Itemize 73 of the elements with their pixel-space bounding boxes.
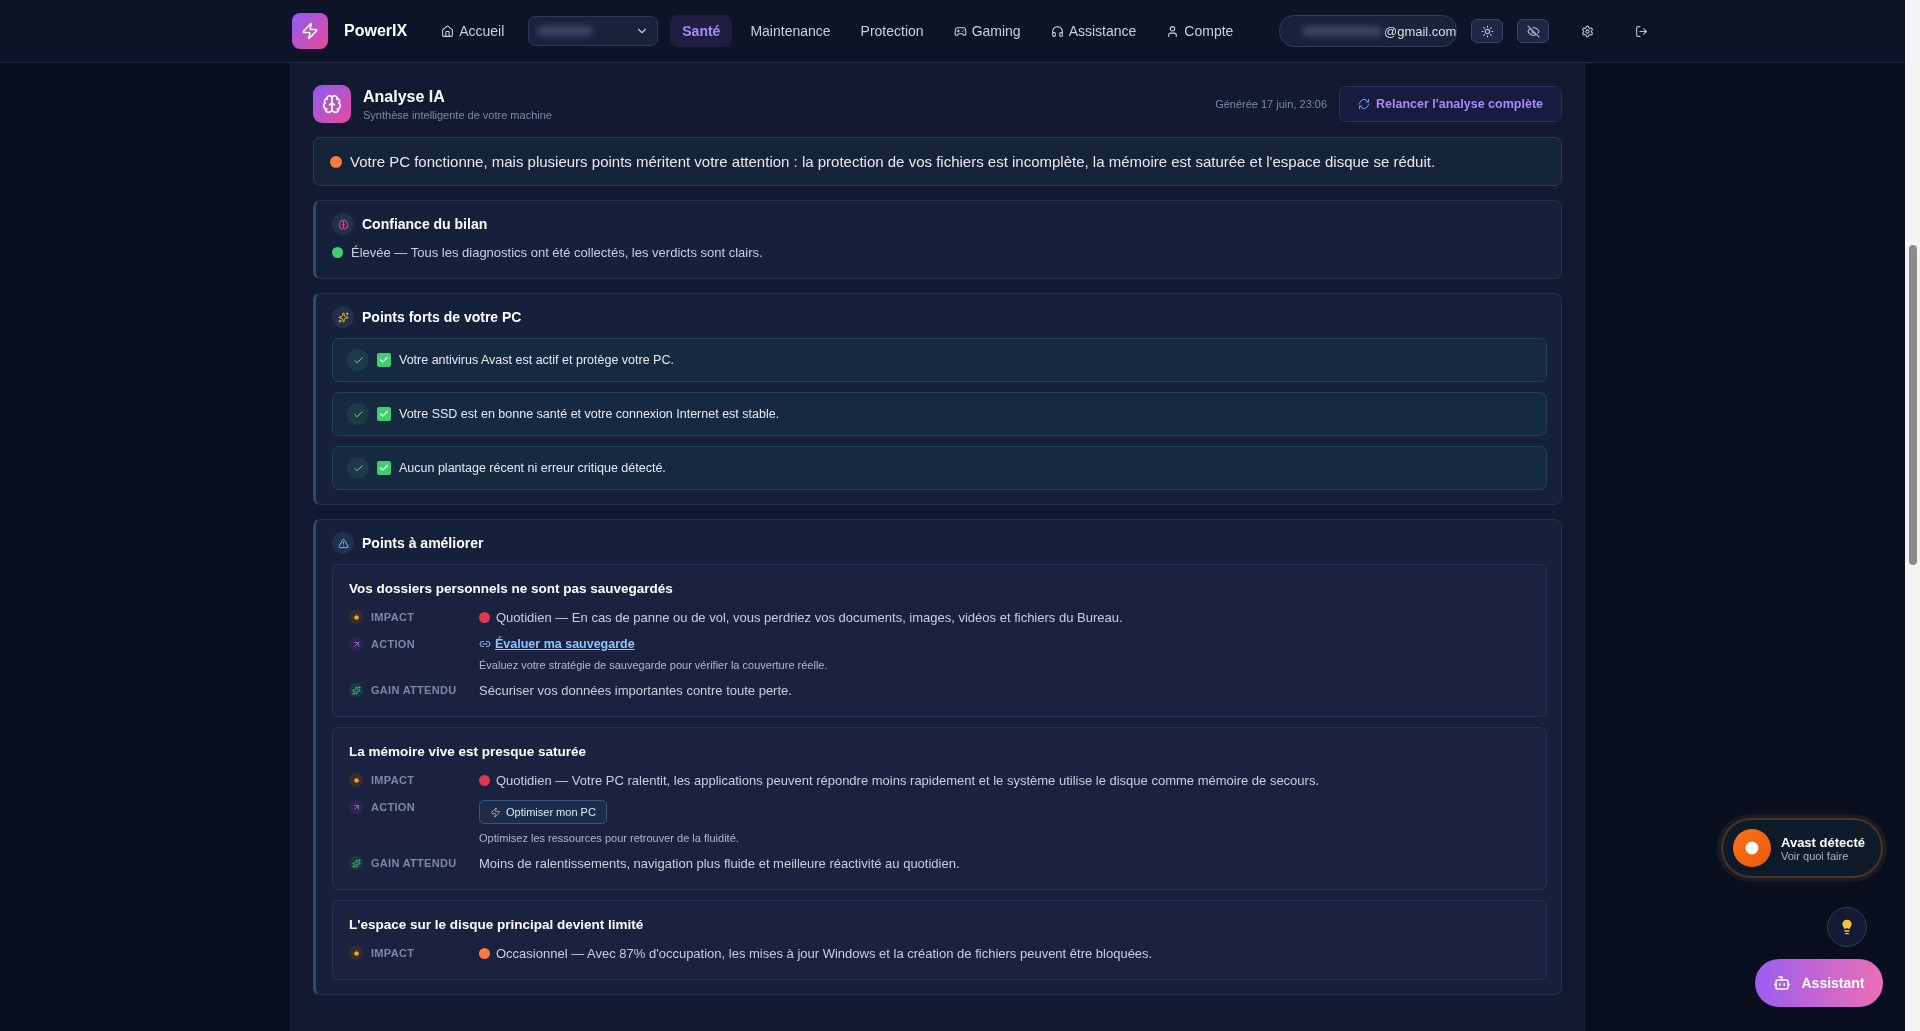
check-icon (347, 403, 369, 425)
impact-text: Quotidien — En cas de panne ou de vol, vous perdriez vos documents, images, vidéos et fichiers du Bureau. (496, 610, 1123, 625)
action-button[interactable]: Optimiser mon PC (479, 800, 607, 824)
check-icon (347, 349, 369, 371)
nav-tab[interactable]: Compte (1154, 15, 1246, 47)
nav-tab[interactable]: Gaming (941, 15, 1033, 47)
theme-toggle-button[interactable] (1471, 19, 1504, 43)
gain-text: Sécuriser vos données importantes contre toute perte. (479, 683, 793, 698)
lightbulb-icon (1839, 919, 1855, 935)
logo-icon (292, 13, 328, 49)
sparkle-icon (332, 306, 354, 328)
impact-text: Quotidien — Votre PC ralentit, les applications peuvent répondre moins rapidement et le système utilise le disque comme mémoire de secours. (496, 773, 1320, 788)
logout-icon (1634, 24, 1648, 38)
strength-text: Aucun plantage récent ni erreur critique détecté. (399, 461, 666, 475)
user-icon (1166, 24, 1180, 38)
brand-name: PowerIX (344, 22, 408, 40)
brain-icon (332, 213, 354, 235)
row-label: GAIN ATTENDU (371, 857, 457, 869)
dot-icon (349, 946, 363, 960)
row-label: GAIN ATTENDU (371, 684, 457, 696)
warning-icon (332, 532, 354, 554)
nav-tab[interactable]: Santé (670, 15, 733, 47)
scrollbar[interactable] (1905, 0, 1920, 1031)
section-title: Analyse IA (363, 87, 446, 106)
card-title: Confiance du bilan (362, 216, 488, 232)
issue-title: La mémoire vive est presque saturée (349, 744, 588, 759)
lightbulb-button[interactable] (1827, 907, 1867, 947)
issue-title: Vos dossiers personnels ne sont pas sauvegardés (349, 581, 674, 596)
nav-tab[interactable]: Assistance (1038, 15, 1149, 47)
settings-icon (1580, 24, 1594, 38)
strength-text: Votre antivirus Avast est actif et protège votre PC. (399, 353, 674, 367)
brain-icon (313, 85, 351, 123)
impact-text: Occasionnel — Avec 87% d'occupation, les mises à jour Windows et la création de fichiers peuvent être bloquées. (496, 946, 1153, 961)
gamepad-icon (953, 24, 967, 38)
row-label: IMPACT (371, 611, 415, 623)
link-icon (479, 638, 491, 650)
hide-button[interactable] (1517, 19, 1550, 43)
check-icon (347, 457, 369, 479)
rerun-button[interactable]: Relancer l'analyse complète (1339, 86, 1562, 122)
row-label: ACTION (371, 801, 415, 813)
nav-tab[interactable]: Protection (848, 15, 936, 47)
eye-off-icon (1526, 24, 1540, 38)
card-title: Points à améliorer (362, 535, 484, 551)
headphones-icon (1050, 24, 1064, 38)
dot-icon (349, 610, 363, 624)
generated-date: Générée 17 juin, 23:06 (1215, 98, 1328, 110)
home-icon (441, 24, 455, 38)
row-label: IMPACT (371, 774, 415, 786)
row-label: ACTION (371, 638, 415, 650)
email-field[interactable]: @gmail.com (1279, 15, 1458, 47)
action-note: Évaluez votre stratégie de sauvegarde pour vérifier la couverture réelle. (479, 659, 828, 671)
checkbox-icon (377, 407, 391, 421)
card-title: Points forts de votre PC (362, 309, 522, 325)
action-link[interactable]: Évaluer ma sauvegarde (479, 637, 635, 651)
nav-tab[interactable]: Maintenance (738, 15, 843, 47)
action-note: Optimisez les ressources pour retrouver de la fluidité. (479, 832, 739, 844)
confidence-text: Élevée — Tous les diagnostics ont été collectés, les verdicts sont clairs. (351, 245, 763, 260)
sparkle-icon (349, 683, 363, 697)
section-subtitle: Synthèse intelligente de votre machine (363, 108, 552, 121)
issue-title: L'espace sur le disque principal devient limité (349, 917, 645, 932)
checkbox-icon (377, 353, 391, 367)
summary-text: Votre PC fonctionne, mais plusieurs points méritent votre attention : la protection de vos fichiers est incomplète, la mémoire est saturée et l'espace disque se réduit. (350, 153, 1436, 170)
gain-text: Moins de ralentissements, navigation plus fluide et meilleure réactivité au quotidien. (479, 856, 961, 871)
strength-text: Votre SSD est en bonne santé et votre connexion Internet est stable. (399, 407, 780, 421)
robot-icon (1773, 974, 1792, 992)
nav-tab[interactable]: Accueil (429, 15, 517, 47)
row-label: IMPACT (371, 947, 415, 959)
dot-icon (349, 773, 363, 787)
lightning-icon (490, 806, 501, 818)
checkbox-icon (377, 461, 391, 475)
refresh-icon (1358, 98, 1371, 110)
sun-icon (1480, 24, 1494, 38)
sparkle-icon (349, 856, 363, 870)
